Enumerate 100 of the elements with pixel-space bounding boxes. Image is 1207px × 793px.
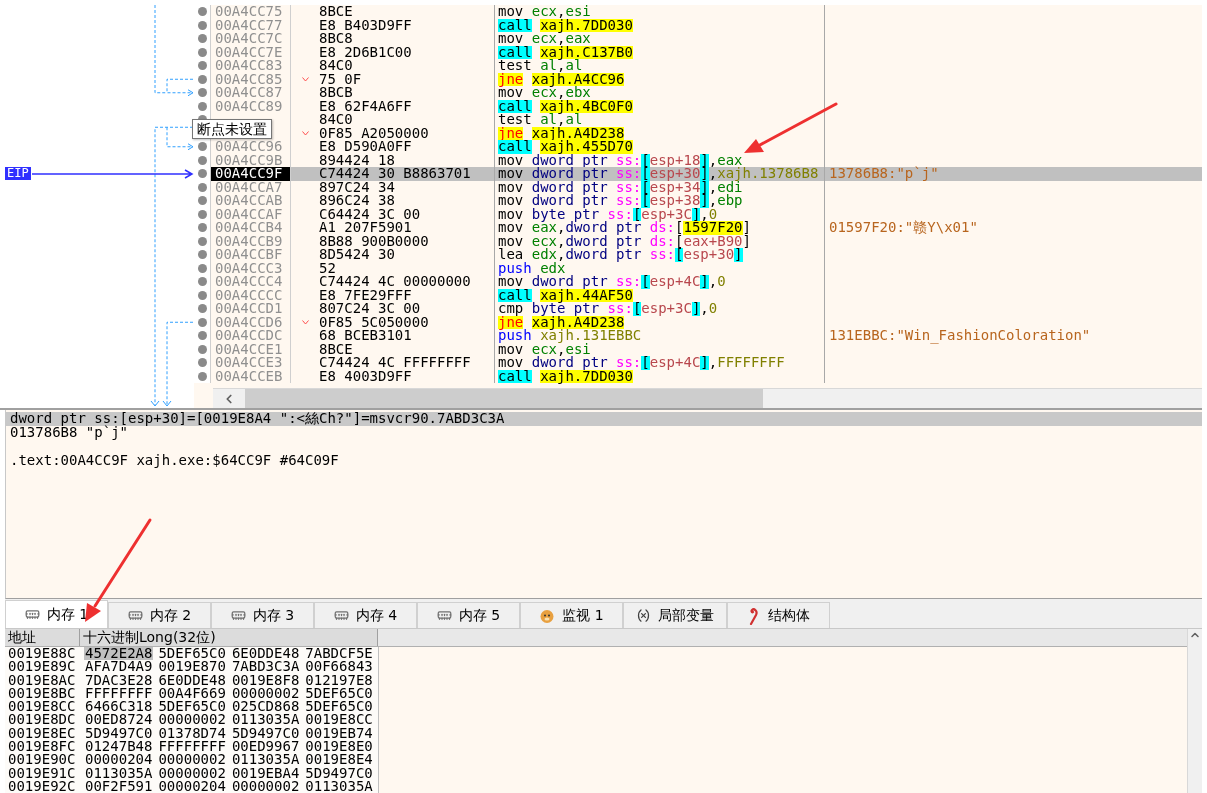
breakpoint-dot-icon[interactable] <box>197 169 207 179</box>
breakpoint-dot-icon[interactable] <box>197 331 207 341</box>
hex-cell[interactable]: 5DEF65C0 <box>157 700 227 714</box>
hex-cell[interactable]: 00F66843 <box>304 660 374 674</box>
breakpoint-dot-icon[interactable] <box>197 371 207 381</box>
opcode-bytes: 896C24 38 <box>319 194 395 208</box>
hex-cell[interactable]: 0019E8E0 <box>304 740 374 754</box>
hex-cell[interactable]: 00000204 <box>157 779 227 793</box>
hex-cell[interactable]: FFFFFFFF <box>157 740 227 754</box>
breakpoint-dot-icon[interactable] <box>197 250 207 260</box>
breakpoint-dot-icon[interactable] <box>197 34 207 44</box>
memory-icon <box>333 608 349 623</box>
address-cell-text: 0019E90C <box>7 753 77 767</box>
breakpoint-dot-icon[interactable] <box>197 263 207 273</box>
tab[interactable]: 内存 2 <box>108 602 211 628</box>
hex-cell[interactable]: AFA7D4A9 <box>84 660 154 674</box>
column-header[interactable]: 十六进制Long(32位) <box>80 629 378 646</box>
opcode-bytes: 68 BCEB3101 <box>319 329 412 343</box>
breakpoint-dot-icon[interactable] <box>197 277 207 287</box>
instruction-text: call xajh.C137B0 <box>495 45 825 59</box>
breakpoint-dot-icon[interactable] <box>197 7 207 17</box>
hex-cell[interactable]: 0019E870 <box>157 660 227 674</box>
breakpoint-dot-icon[interactable] <box>197 304 207 314</box>
breakpoint-dot-icon[interactable] <box>197 61 207 71</box>
hex-cell[interactable]: 0113035A <box>84 766 154 780</box>
hex-cell[interactable]: FFFFFFFF <box>84 686 154 701</box>
address-cell-text: 0019E8BC <box>7 686 77 701</box>
hex-cell[interactable]: 0019E8E4 <box>304 753 374 767</box>
hex-cell[interactable]: 5DEF65C0 <box>304 700 374 714</box>
breakpoint-dot-icon[interactable] <box>197 209 207 219</box>
hex-cell[interactable]: 00000002 <box>157 753 227 767</box>
tooltip: 断点未设置 <box>192 119 272 139</box>
tab[interactable]: 局部变量 <box>623 602 727 628</box>
breakpoint-dot-icon[interactable] <box>197 142 207 152</box>
hex-cell[interactable]: 012197E8 <box>304 673 374 687</box>
breakpoint-dot-icon[interactable] <box>197 88 207 98</box>
hex-cell[interactable]: 0019E8F8 <box>230 673 301 687</box>
breakpoint-dot-icon[interactable] <box>197 47 207 57</box>
hex-cell[interactable]: 6466C318 <box>84 700 154 714</box>
hex-cell[interactable]: 7ABD3C3A <box>230 660 301 674</box>
hex-cell[interactable]: 6E0DDE48 <box>230 647 301 661</box>
instruction-text: mov eax,dword ptr ds:[1597F20] <box>495 221 825 235</box>
hex-cell[interactable]: 5DEF65C0 <box>157 647 227 661</box>
scrollbar-thumb[interactable] <box>245 389 763 408</box>
hex-cell[interactable]: 00ED8724 <box>84 713 154 727</box>
breakpoint-dot-icon[interactable] <box>197 182 207 192</box>
instruction-text: call xajh.7DD030 <box>495 369 825 383</box>
hex-cell[interactable]: 00000002 <box>230 686 301 701</box>
hex-cell[interactable]: 4572E2A8 <box>84 647 154 661</box>
opcode-bytes: 894424 18 <box>319 153 395 167</box>
instruction-text: jne xajh.A4D238 <box>495 315 825 329</box>
memory-icon <box>230 608 246 623</box>
hex-cell[interactable]: 01378D74 <box>157 726 227 741</box>
hex-cell[interactable]: 5DEF65C0 <box>304 686 374 701</box>
breakpoint-dot-icon[interactable] <box>197 101 207 111</box>
hex-cell[interactable]: 00000002 <box>157 766 227 780</box>
hex-cell[interactable]: 0113035A <box>230 753 301 767</box>
instruction-text: mov ecx,esi <box>495 5 825 19</box>
hex-cell[interactable]: 5D9497C0 <box>84 726 154 741</box>
hex-cell[interactable]: 7DAC3E28 <box>84 673 154 687</box>
hex-cell[interactable]: 6E0DDE48 <box>157 673 227 687</box>
hex-cell[interactable]: 00000204 <box>84 753 154 767</box>
address-cell-text: 0019E8DC <box>7 713 77 727</box>
tab[interactable]: 内存 5 <box>417 602 520 628</box>
hex-cell[interactable]: 0019E8CC <box>304 713 374 727</box>
breakpoint-dot-icon[interactable] <box>197 236 207 246</box>
opcode-bytes: 84C0 <box>319 59 353 73</box>
hex-cell[interactable]: 00000002 <box>157 713 227 727</box>
breakpoint-dot-icon[interactable] <box>197 223 207 233</box>
hex-cell[interactable]: 5D9497C0 <box>304 766 374 780</box>
hex-cell[interactable]: 025CD868 <box>230 700 301 714</box>
hex-cell[interactable]: 5D9497C0 <box>230 726 301 741</box>
opcode-bytes: 0F85 5C050000 <box>319 315 429 329</box>
breakpoint-dot-icon[interactable] <box>197 358 207 368</box>
vertical-scrollbar[interactable] <box>1187 629 1202 793</box>
hex-cell[interactable]: 00F2F591 <box>84 779 154 793</box>
breakpoint-dot-icon[interactable] <box>197 344 207 354</box>
breakpoint-dot-icon[interactable] <box>197 317 207 327</box>
breakpoint-dot-icon[interactable] <box>197 20 207 30</box>
hex-cell[interactable]: 00A4F669 <box>157 686 227 701</box>
tab[interactable]: 内存 4 <box>314 602 417 628</box>
hex-cell[interactable]: 0019EBA4 <box>230 766 301 780</box>
breakpoint-dot-icon[interactable] <box>197 196 207 206</box>
breakpoint-dot-icon[interactable] <box>197 74 207 84</box>
hex-cell[interactable]: 0113035A <box>230 713 301 727</box>
opcode-bytes: 52 <box>319 261 336 275</box>
breakpoint-dot-icon[interactable] <box>197 290 207 300</box>
hex-cell[interactable]: 00ED9967 <box>230 740 301 754</box>
hex-cell[interactable]: 0019EB74 <box>304 726 374 741</box>
hex-cell[interactable]: 0113035A <box>304 779 374 793</box>
column-header[interactable]: 地址 <box>5 629 80 646</box>
horizontal-scrollbar[interactable] <box>213 388 1202 408</box>
hex-cell[interactable]: 00000002 <box>230 779 301 793</box>
hex-cell[interactable]: 01247B48 <box>84 740 154 754</box>
tab[interactable]: 内存 1 <box>5 600 108 628</box>
tab[interactable]: 结构体 <box>727 602 830 628</box>
hex-cell[interactable]: 7ABDCF5E <box>304 647 374 661</box>
breakpoint-dot-icon[interactable] <box>197 155 207 165</box>
tab[interactable]: 内存 3 <box>211 602 314 628</box>
tab[interactable]: 监视 1 <box>520 602 623 628</box>
